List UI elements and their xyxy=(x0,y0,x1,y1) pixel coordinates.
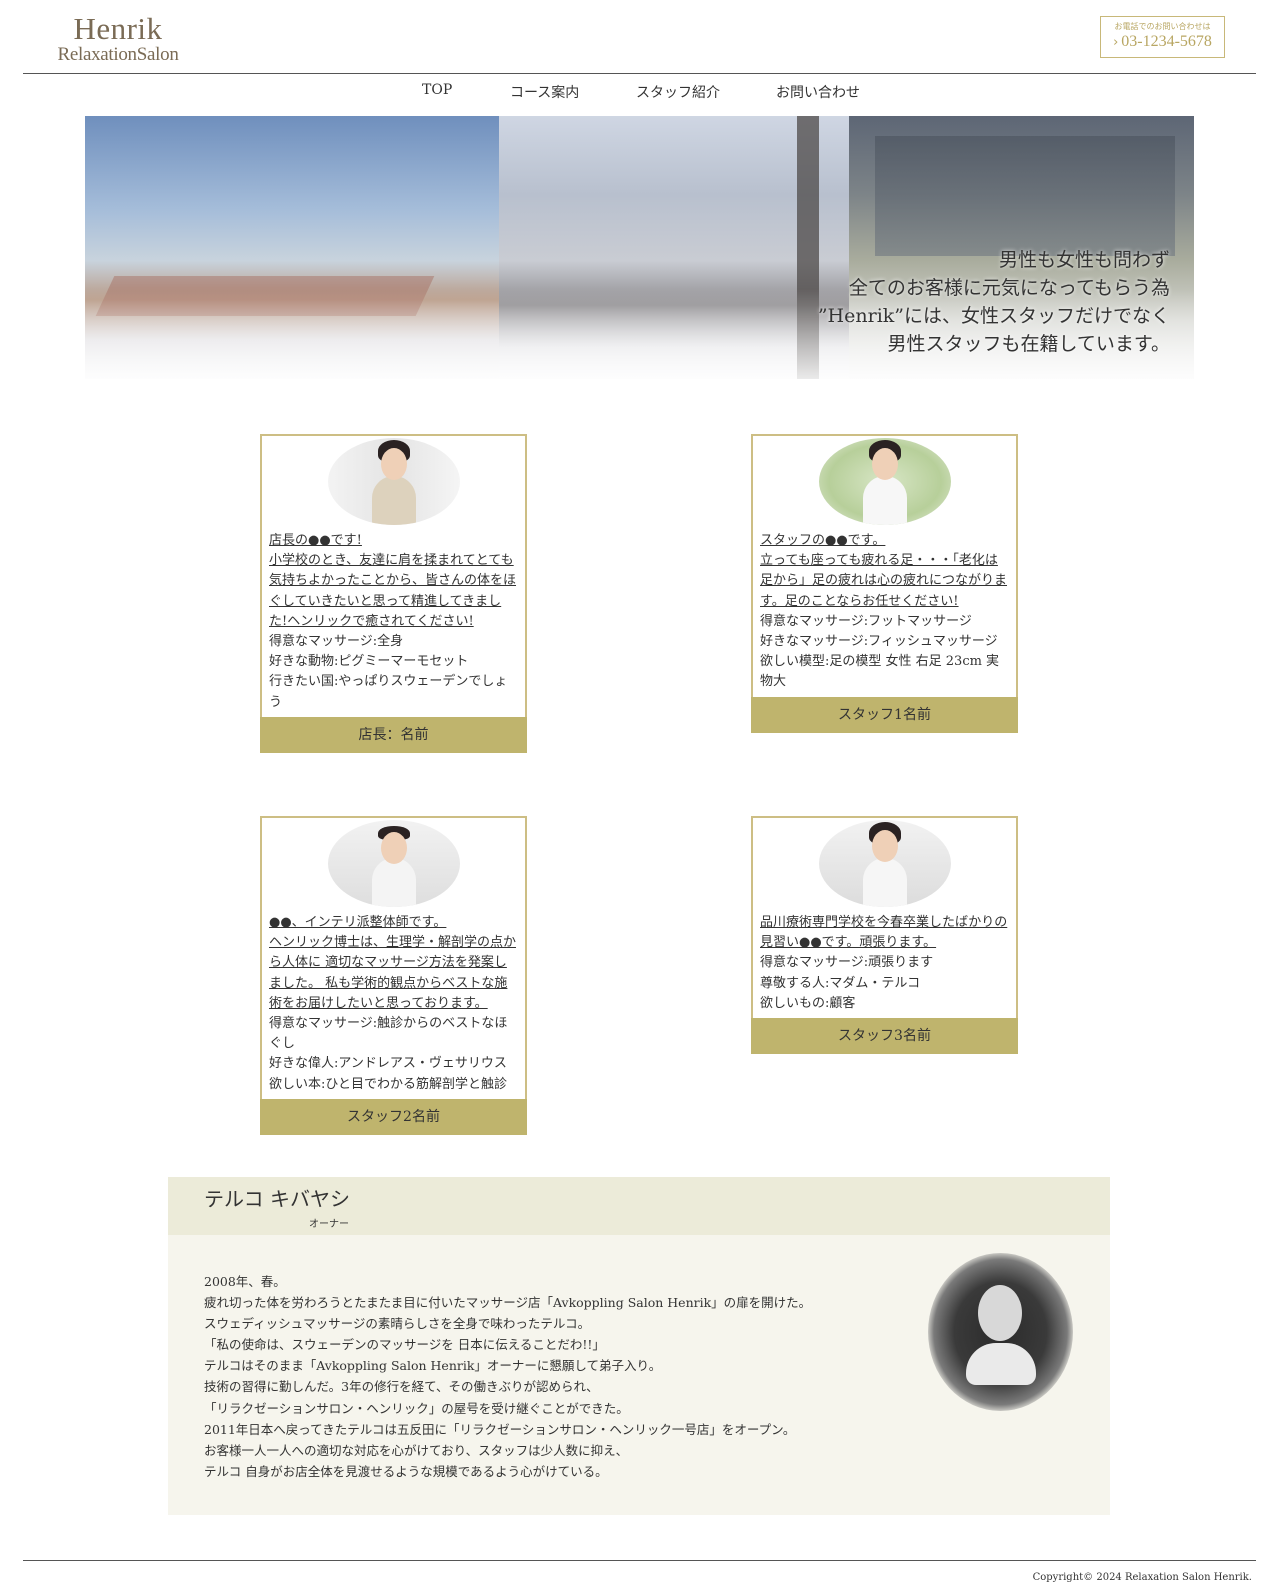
nav-item-courses[interactable]: コース案内 xyxy=(510,82,579,102)
staff-spec: 尊敬する人:マダム・テルコ xyxy=(760,975,921,991)
hero-line: 全てのお客様に元気になってもらう為 xyxy=(848,277,1170,299)
site-logo[interactable]: Henrik RelaxationSalon xyxy=(48,11,188,65)
nav-item-contact[interactable]: お問い合わせ xyxy=(776,82,860,102)
copyright: Copyright© 2024 Relaxation Salon Henrik. xyxy=(1032,1572,1252,1583)
footer-divider xyxy=(23,1560,1256,1561)
staff-spec: 得意なマッサージ:全身 xyxy=(269,634,404,650)
staff-spec: 好きな偉人:アンドレアス・ヴェサリウス xyxy=(269,1056,507,1072)
hero-line: ”Henrik”には、女性スタッフだけでなく xyxy=(817,305,1170,327)
staff-photo-face xyxy=(380,832,407,864)
staff-intro-link[interactable]: ●●、インテリ派整体師です。 ヘンリック博士は、生理学・解剖学の点から人体に 適… xyxy=(269,913,518,1014)
staff-spec: 好きな動物:ピグミーマーモセット xyxy=(269,654,469,670)
owner-photo-shirt xyxy=(966,1343,1036,1385)
staff-card-manager: 店長の●●です! 小学校のとき、友達に肩を揉まれてとても気持ちよかったことから、… xyxy=(260,434,527,753)
staff-card-text: スタッフの●●です。 立っても座っても疲れる足・・・「老化は足から」足の疲れは心… xyxy=(753,525,1016,697)
staff-photo-face xyxy=(380,448,407,480)
staff-photo xyxy=(818,820,951,907)
phone-number: 03-1234-5678 xyxy=(1121,33,1212,50)
phone-number-line: › 03-1234-5678 xyxy=(1101,33,1224,51)
staff-spec: 欲しいもの:顧客 xyxy=(760,995,856,1011)
hero-line: 男性スタッフも在籍しています。 xyxy=(887,333,1170,355)
staff-name-bar: スタッフ3名前 xyxy=(751,1018,1018,1055)
staff-photo-face xyxy=(871,448,898,480)
staff-card-2: ●●、インテリ派整体師です。 ヘンリック博士は、生理学・解剖学の点から人体に 適… xyxy=(260,816,527,1135)
logo-title: Henrik xyxy=(73,11,163,46)
staff-photo xyxy=(327,438,460,525)
staff-card-3: 品川療術専門学校を今春卒業したばかりの見習い●●です。頑張ります。 得意なマッサ… xyxy=(751,816,1018,1055)
owner-bio-line: 疲れ切った体を労わろうとたまたま目に付いたマッサージ店「Avkoppling S… xyxy=(204,1295,812,1311)
owner-bio-line: 技術の習得に勤しんだ。3年の修行を経て、その働きぶりが認められ、 xyxy=(204,1379,599,1395)
staff-intro-link[interactable]: 店長の●●です! 小学校のとき、友達に肩を揉まれてとても気持ちよかったことから、… xyxy=(269,531,518,632)
owner-photo xyxy=(928,1253,1073,1411)
staff-spec: 得意なマッサージ:頑張ります xyxy=(760,955,934,971)
staff-spec: 欲しい本:ひと目でわかる筋解剖学と触診 xyxy=(269,1076,507,1092)
owner-role: オーナー xyxy=(309,1219,349,1230)
nav-item-staff[interactable]: スタッフ紹介 xyxy=(636,82,720,102)
owner-bio: 2008年、春。 疲れ切った体を労わろうとたまたま目に付いたマッサージ店「Avk… xyxy=(204,1271,811,1482)
hero-line: 男性も女性も問わず xyxy=(998,249,1170,271)
owner-header: テルコ キバヤシ オーナー xyxy=(168,1177,1110,1235)
owner-bio-line: スウェディッシュマッサージの素晴らしさを全身で味わったテルコ。 xyxy=(204,1316,591,1332)
staff-spec: 欲しい模型:足の模型 女性 右足 23cm 実物大 xyxy=(760,654,1000,690)
staff-name-bar: スタッフ1名前 xyxy=(751,696,1018,733)
staff-photo-body xyxy=(371,476,416,525)
hero-house xyxy=(875,136,1175,256)
owner-bio-line: テルコ 自身がお店全体を見渡せるような規模であるよう心がけている。 xyxy=(204,1463,608,1479)
header-divider xyxy=(23,73,1256,74)
owner-bio-line: 2011年日本へ戻ってきたテルコは五反田に「リラクゼーションサロン・ヘンリック一… xyxy=(204,1421,796,1437)
phone-caption: お電話でのお問い合わせは xyxy=(1114,22,1211,31)
staff-photo-face xyxy=(871,830,898,862)
nav-item-top[interactable]: TOP xyxy=(422,82,452,98)
hero-banner: 男性も女性も問わず 全てのお客様に元気になってもらう為 ”Henrik”には、女… xyxy=(85,116,1194,379)
logo-subtitle: RelaxationSalon xyxy=(57,44,179,65)
staff-card-text: 店長の●●です! 小学校のとき、友達に肩を揉まれてとても気持ちよかったことから、… xyxy=(262,525,525,717)
owner-bio-line: 「リラクゼーションサロン・ヘンリック」の屋号を受け継ぐことができた。 xyxy=(204,1400,629,1416)
owner-profile: テルコ キバヤシ オーナー 2008年、春。 疲れ切った体を労わろうとたまたま目… xyxy=(168,1177,1110,1515)
staff-photo-body xyxy=(371,858,416,907)
owner-photo-face xyxy=(978,1285,1022,1341)
owner-name: テルコ キバヤシ xyxy=(204,1187,350,1211)
owner-bio-line: テルコはそのまま「Avkoppling Salon Henrik」オーナーに懇願… xyxy=(204,1358,662,1374)
staff-card-text: ●●、インテリ派整体師です。 ヘンリック博士は、生理学・解剖学の点から人体に 適… xyxy=(262,907,525,1099)
owner-bio-line: お客様一人一人への適切な対応を心がけており、スタッフは少人数に抑え、 xyxy=(204,1442,629,1458)
staff-intro-link[interactable]: 品川療術専門学校を今春卒業したばかりの見習い●●です。頑張ります。 xyxy=(760,913,1009,953)
staff-photo xyxy=(818,438,951,525)
staff-photo-body xyxy=(862,476,907,525)
staff-photo-body xyxy=(862,858,907,907)
hero-tagline: 男性も女性も問わず 全てのお客様に元気になってもらう為 ”Henrik”には、女… xyxy=(818,246,1170,358)
staff-spec: 得意なマッサージ:触診からのベストなほぐし xyxy=(269,1016,508,1052)
phone-contact-box[interactable]: お電話でのお問い合わせは › 03-1234-5678 xyxy=(1100,16,1225,58)
staff-spec: 好きなマッサージ:フィッシュマッサージ xyxy=(760,634,998,650)
staff-spec: 行きたい国:やっぱりスウェーデンでしょう xyxy=(269,674,508,710)
staff-card-1: スタッフの●●です。 立っても座っても疲れる足・・・「老化は足から」足の疲れは心… xyxy=(751,434,1018,733)
staff-spec: 得意なマッサージ:フットマッサージ xyxy=(760,613,972,629)
owner-bio-line: 「私の使命は、スウェーデンのマッサージを 日本に伝えることだわ!!」 xyxy=(204,1337,605,1353)
staff-card-text: 品川療術専門学校を今春卒業したばかりの見習い●●です。頑張ります。 得意なマッサ… xyxy=(753,907,1016,1018)
owner-bio-line: 2008年、春。 xyxy=(204,1274,286,1289)
main-nav: TOP コース案内 スタッフ紹介 お問い合わせ xyxy=(0,82,1280,104)
chevron-right-icon: › xyxy=(1113,35,1119,50)
staff-intro-link[interactable]: スタッフの●●です。 立っても座っても疲れる足・・・「老化は足から」足の疲れは心… xyxy=(760,531,1009,612)
staff-name-bar: スタッフ2名前 xyxy=(260,1098,527,1135)
staff-photo xyxy=(327,820,460,907)
staff-name-bar: 店長：名前 xyxy=(260,716,527,753)
